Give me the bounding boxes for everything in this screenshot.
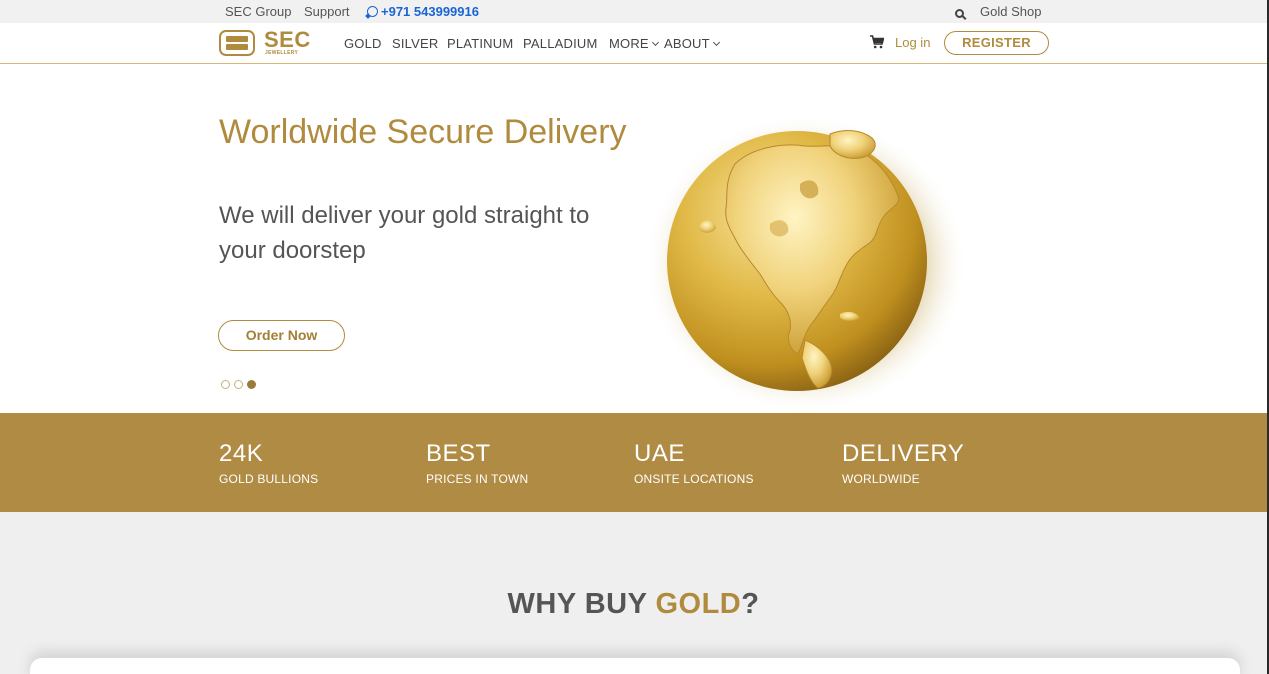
nav-item-more-label: MORE [609,36,649,51]
heading-highlight: GOLD [655,588,742,620]
logo-mark-icon [219,30,255,56]
nav-item-gold[interactable]: GOLD [344,36,382,51]
sec-logo[interactable]: SEC JEWELLERY [219,27,311,58]
whatsapp-icon [367,6,378,17]
chevron-down-icon [712,38,720,47]
top-utility-bar: SEC Group Support +971 543999916 Gold Sh… [0,0,1267,23]
search-icon [955,9,964,18]
nav-item-palladium[interactable]: PALLADIUM [523,36,598,51]
hero-slider: Worldwide Secure Delivery We will delive… [0,64,1267,414]
order-now-button[interactable]: Order Now [218,320,345,351]
register-button[interactable]: REGISTER [944,31,1049,55]
whatsapp-phone-link[interactable]: +971 543999916 [367,4,479,19]
phone-number: +971 543999916 [381,4,479,19]
content-card-top [30,658,1240,674]
feature-title: UAE [634,440,685,467]
feature-title: 24K [219,440,264,467]
gold-globe-image [644,114,968,414]
slider-dot-1[interactable] [221,380,230,389]
section-heading: WHY BUY GOLD? [0,588,1267,621]
hero-subtitle: We will deliver your gold straight to yo… [219,202,590,264]
search-button[interactable] [955,6,964,21]
cart-icon[interactable] [870,35,884,49]
why-buy-gold-section: WHY BUY GOLD? [0,512,1267,674]
nav-item-about[interactable]: ABOUT [664,36,720,51]
feature-caption: PRICES IN TOWN [426,472,529,486]
browser-viewport: SEC Group Support +971 543999916 Gold Sh… [0,0,1267,674]
heading-suffix: ? [741,588,760,620]
sec-group-link[interactable]: SEC Group [225,4,291,19]
hero-title: Worldwide Secure Delivery [219,113,627,151]
nav-item-platinum[interactable]: PLATINUM [447,36,513,51]
nav-item-more[interactable]: MORE [609,36,659,51]
main-navbar: SEC JEWELLERY GOLD SILVER PLATINUM PALLA… [0,23,1267,64]
feature-caption: GOLD BULLIONS [219,472,319,486]
features-band: 24K GOLD BULLIONS BEST PRICES IN TOWN UA… [0,413,1267,512]
logo-text: SEC [264,27,311,52]
feature-title: DELIVERY [842,440,965,467]
slider-dot-3[interactable] [247,380,256,389]
feature-best: BEST PRICES IN TOWN [426,440,528,486]
chevron-down-icon [651,38,659,47]
login-link[interactable]: Log in [895,35,930,50]
feature-title: BEST [426,440,491,467]
support-link[interactable]: Support [304,4,350,19]
feature-caption: WORLDWIDE [842,472,920,486]
feature-caption: ONSITE LOCATIONS [634,472,754,486]
heading-prefix: WHY BUY [507,588,656,620]
feature-delivery: DELIVERY WORLDWIDE [842,440,964,486]
feature-24k: 24K GOLD BULLIONS [219,440,318,486]
nav-item-silver[interactable]: SILVER [392,36,438,51]
slider-dot-2[interactable] [234,380,243,389]
gold-shop-link[interactable]: Gold Shop [980,4,1041,19]
nav-item-about-label: ABOUT [664,36,710,51]
logo-subtext: JEWELLERY [265,50,299,56]
feature-uae: UAE ONSITE LOCATIONS [634,440,754,486]
